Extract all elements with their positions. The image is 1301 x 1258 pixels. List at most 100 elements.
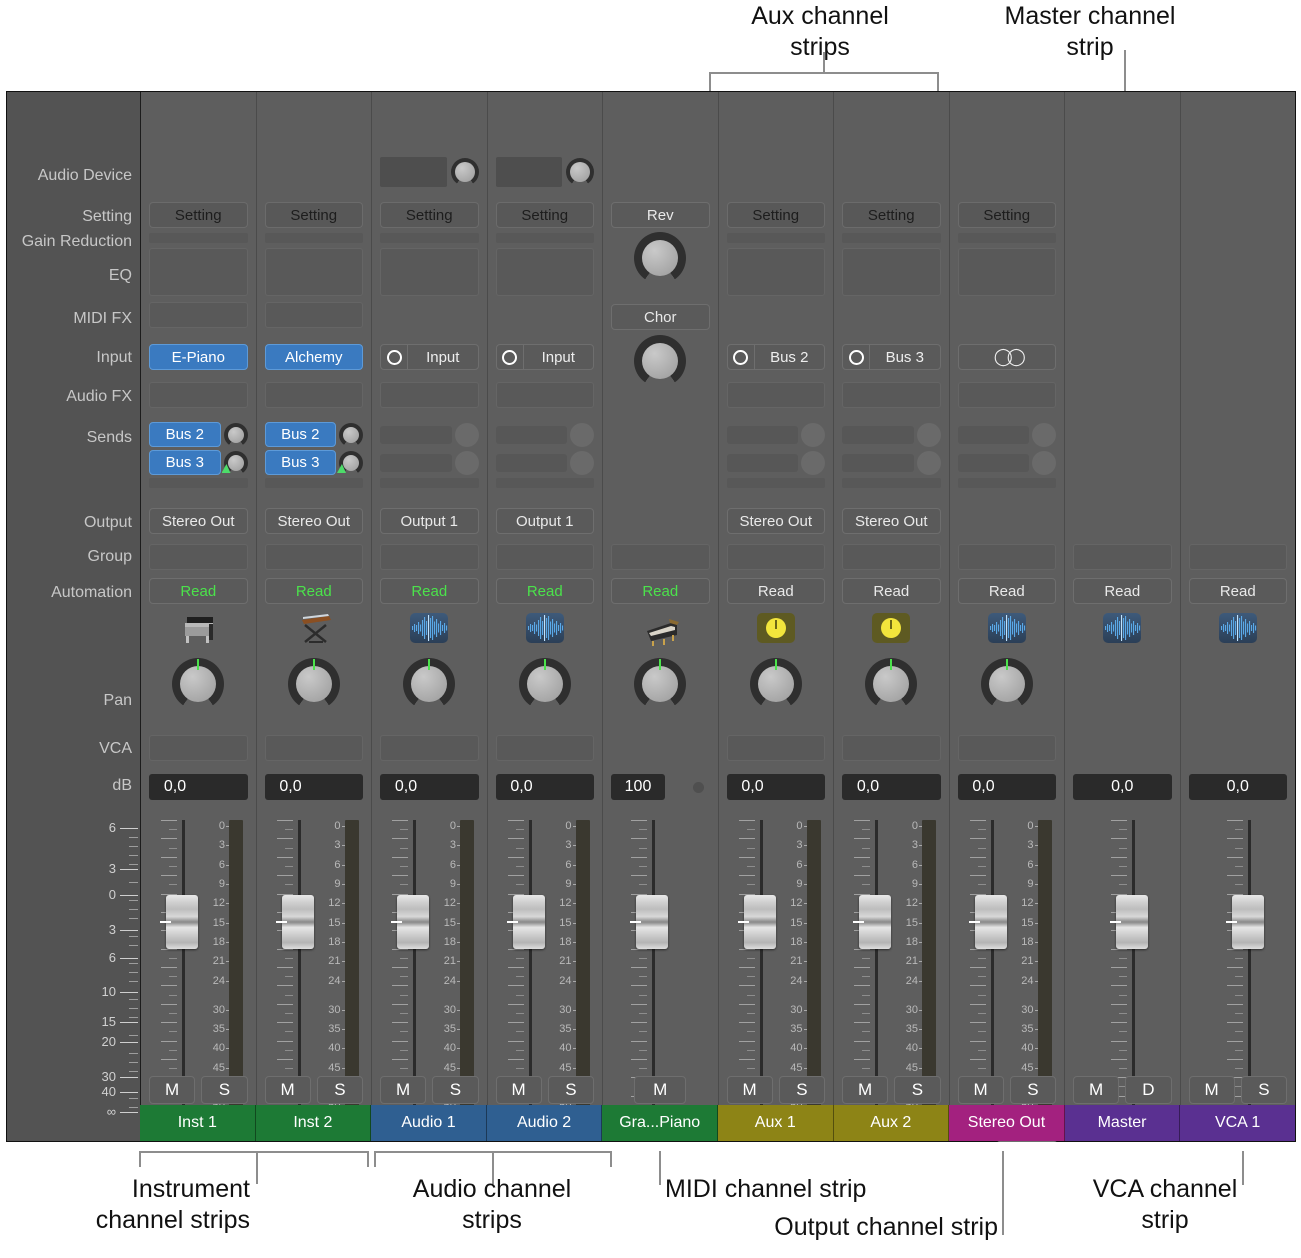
send-level-knob[interactable] xyxy=(801,451,825,475)
channel-strip-stereoout[interactable]: Setting◯◯Read0,0036912151821243035404550… xyxy=(950,92,1066,1141)
automation-mode-button[interactable]: Read xyxy=(265,578,364,604)
volume-fader[interactable] xyxy=(267,820,313,1116)
midi-fx-slot[interactable] xyxy=(265,302,364,328)
record-enable-circle[interactable] xyxy=(497,345,524,369)
send-extra-slot[interactable] xyxy=(842,478,941,488)
channel-name-audio1[interactable]: Audio 1 xyxy=(371,1105,487,1141)
channel-name-audio2[interactable]: Audio 2 xyxy=(487,1105,603,1141)
peak-value-display[interactable] xyxy=(196,774,248,800)
send-extra-slot[interactable] xyxy=(496,478,595,488)
eq-thumbnail[interactable] xyxy=(496,248,595,296)
solo-button[interactable]: S xyxy=(1010,1076,1056,1104)
record-enable-circle[interactable] xyxy=(728,345,755,369)
volume-value-display[interactable]: 0,0 xyxy=(1189,774,1288,800)
volume-fader[interactable] xyxy=(729,820,775,1116)
volume-fader[interactable] xyxy=(621,820,667,1116)
volume-fader[interactable] xyxy=(151,820,197,1116)
audio-fx-slot[interactable] xyxy=(842,382,941,408)
peak-value-display[interactable] xyxy=(311,774,363,800)
fader-handle[interactable] xyxy=(859,895,891,949)
fader-handle[interactable] xyxy=(166,895,198,949)
send-level-knob[interactable] xyxy=(801,423,825,447)
pan-knob[interactable] xyxy=(865,658,917,710)
audio-fx-slot[interactable] xyxy=(380,382,479,408)
setting-button[interactable]: Setting xyxy=(149,202,248,228)
solo-button[interactable]: S xyxy=(201,1076,247,1104)
solo-button[interactable]: S xyxy=(779,1076,825,1104)
send-slot[interactable]: Bus 2 xyxy=(265,422,337,447)
instrument-slot[interactable]: E-Piano xyxy=(149,344,248,370)
send-slot[interactable]: Bus 3 xyxy=(149,450,221,475)
peak-value-display[interactable] xyxy=(773,774,825,800)
mute-button[interactable]: M xyxy=(958,1076,1004,1104)
automation-mode-button[interactable]: Read xyxy=(727,578,826,604)
channel-strip-inst2[interactable]: SettingAlchemyBus 2Bus 3Stereo OutRead0,… xyxy=(257,92,373,1141)
volume-value-display[interactable]: 0,0 xyxy=(149,774,201,800)
output-slot[interactable]: Stereo Out xyxy=(842,508,941,534)
volume-value-display[interactable]: 0,0 xyxy=(1073,774,1172,800)
output-slot[interactable]: Stereo Out xyxy=(265,508,364,534)
fader-handle[interactable] xyxy=(636,895,668,949)
record-enable-circle[interactable] xyxy=(843,345,870,369)
fader-handle[interactable] xyxy=(397,895,429,949)
volume-value-display[interactable]: 0,0 xyxy=(842,774,894,800)
channel-strip-aux1[interactable]: SettingBus 2Stereo OutRead0,003691215182… xyxy=(719,92,835,1141)
instrument-slot[interactable]: Alchemy xyxy=(265,344,364,370)
fader-handle[interactable] xyxy=(282,895,314,949)
peak-value-display[interactable] xyxy=(427,774,479,800)
record-enable-circle[interactable] xyxy=(381,345,408,369)
mute-button[interactable]: M xyxy=(380,1076,426,1104)
group-slot[interactable] xyxy=(958,544,1057,570)
volume-fader[interactable] xyxy=(382,820,428,1116)
automation-mode-button[interactable]: Read xyxy=(380,578,479,604)
mute-button[interactable]: M xyxy=(1073,1076,1119,1104)
pan-knob[interactable] xyxy=(172,658,224,710)
channel-strip-master[interactable]: Read0,0MD xyxy=(1065,92,1181,1141)
input-slot[interactable]: Input xyxy=(380,344,479,370)
send-slot[interactable] xyxy=(380,454,452,472)
send-level-knob[interactable] xyxy=(224,423,248,447)
eq-thumbnail[interactable] xyxy=(265,248,364,296)
vca-slot[interactable] xyxy=(958,735,1057,761)
audio-fx-slot[interactable] xyxy=(727,382,826,408)
setting-button[interactable]: Setting xyxy=(380,202,479,228)
send-level-knob[interactable] xyxy=(570,451,594,475)
solo-button[interactable]: S xyxy=(894,1076,940,1104)
channel-strip-vca1[interactable]: Read0,0MS xyxy=(1181,92,1296,1141)
automation-mode-button[interactable]: Read xyxy=(149,578,248,604)
vca-slot[interactable] xyxy=(265,735,364,761)
input-slot[interactable]: Input xyxy=(496,344,595,370)
volume-fader[interactable] xyxy=(844,820,890,1116)
channel-name-inst1[interactable]: Inst 1 xyxy=(140,1105,256,1141)
audio-device-slot[interactable] xyxy=(496,157,563,187)
volume-value-display[interactable]: 0,0 xyxy=(265,774,317,800)
automation-mode-button[interactable]: Read xyxy=(1189,578,1288,604)
midi-fx-slot[interactable] xyxy=(149,302,248,328)
send-slot[interactable] xyxy=(496,454,568,472)
setting-button[interactable]: Setting xyxy=(842,202,941,228)
input-slot[interactable]: ◯◯ xyxy=(958,344,1057,370)
send-level-knob[interactable] xyxy=(1032,423,1056,447)
mute-button[interactable]: M xyxy=(1189,1076,1235,1104)
eq-thumbnail[interactable] xyxy=(842,248,941,296)
volume-fader[interactable] xyxy=(498,820,544,1116)
send-extra-slot[interactable] xyxy=(727,478,826,488)
volume-value-display[interactable]: 0,0 xyxy=(380,774,432,800)
volume-value-display[interactable]: 100 xyxy=(611,774,665,800)
input-slot[interactable]: Bus 2 xyxy=(727,344,826,370)
solo-button[interactable]: S xyxy=(317,1076,363,1104)
send-slot[interactable] xyxy=(727,454,799,472)
channel-name-midi[interactable]: Gra...Piano xyxy=(602,1105,718,1141)
send-level-knob[interactable] xyxy=(570,423,594,447)
channel-strip-audio1[interactable]: SettingInputOutput 1Read0,00369121518212… xyxy=(372,92,488,1141)
send-slot[interactable] xyxy=(380,426,452,444)
automation-mode-button[interactable]: Read xyxy=(842,578,941,604)
send-slot[interactable]: Bus 2 xyxy=(149,422,221,447)
group-slot[interactable] xyxy=(1073,544,1172,570)
send-level-knob[interactable] xyxy=(1032,451,1056,475)
setting-button[interactable]: Setting xyxy=(958,202,1057,228)
eq-thumbnail[interactable] xyxy=(380,248,479,296)
peak-value-display[interactable] xyxy=(889,774,941,800)
fader-handle[interactable] xyxy=(513,895,545,949)
automation-mode-button[interactable]: Read xyxy=(496,578,595,604)
